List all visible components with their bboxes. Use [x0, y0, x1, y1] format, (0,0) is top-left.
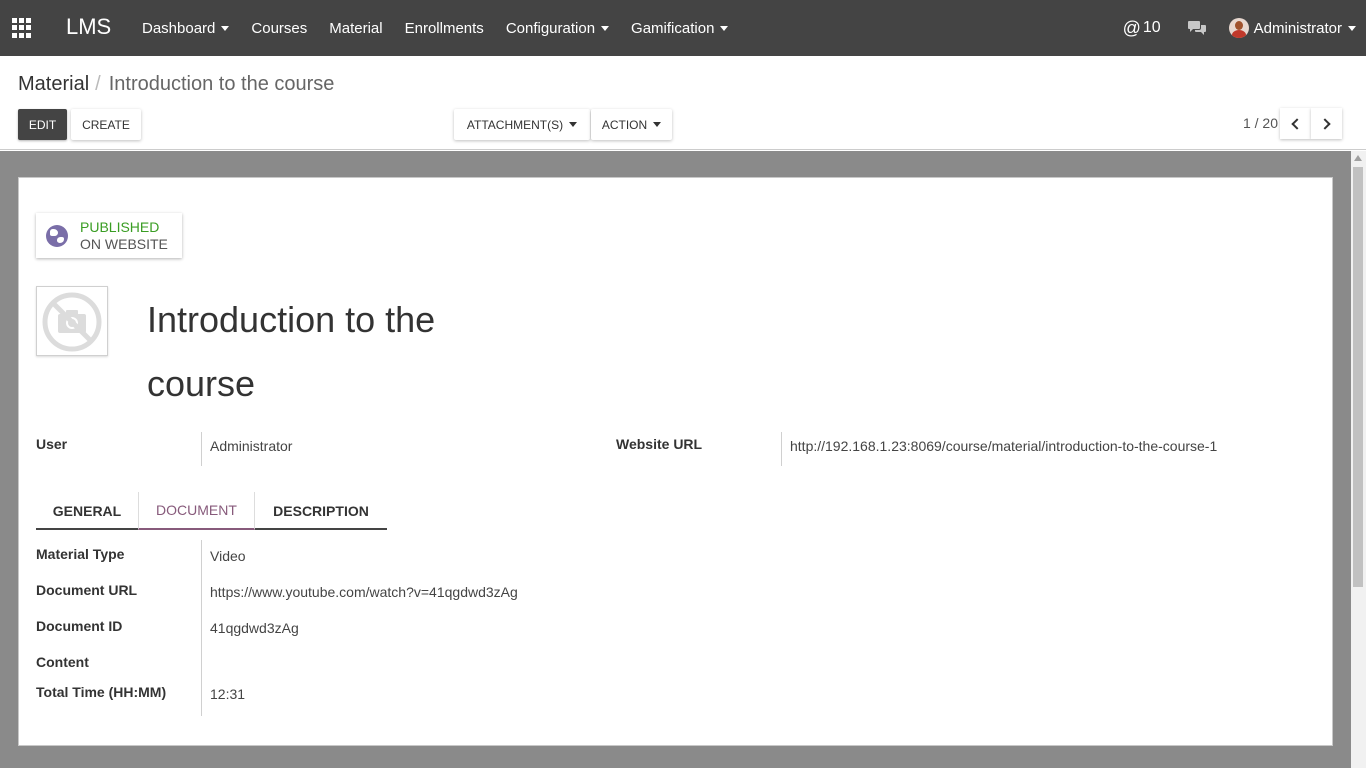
- at-icon: @: [1122, 17, 1141, 38]
- menu-item-label: Gamification: [631, 19, 715, 37]
- edit-button[interactable]: EDIT: [18, 109, 67, 140]
- caret-down-icon: [653, 122, 662, 127]
- menu-item-enrollments[interactable]: Enrollments: [405, 20, 484, 37]
- breadcrumb: Material / Introduction to the course: [18, 73, 334, 96]
- user-menu[interactable]: Administrator: [1228, 18, 1356, 38]
- top-navbar: LMS Dashboard Courses Material Enrollmen…: [0, 0, 1366, 56]
- field-divider: [201, 432, 202, 466]
- user-name: Administrator: [1253, 19, 1342, 37]
- caret-down-icon: [1348, 25, 1356, 31]
- create-button[interactable]: CREATE: [71, 109, 141, 140]
- main-menu: Dashboard Courses Material Enrollments C…: [142, 0, 750, 56]
- document-url-label: Document URL: [36, 582, 138, 598]
- tab-description[interactable]: DESCRIPTION: [255, 492, 387, 530]
- pager-previous-button[interactable]: [1280, 108, 1311, 139]
- total-time-value: 12:31: [210, 686, 246, 702]
- publish-status: PUBLISHED: [80, 218, 160, 235]
- apps-grid-icon[interactable]: [12, 18, 32, 38]
- control-panel: Material / Introduction to the course ED…: [0, 56, 1366, 150]
- caret-down-icon: [601, 25, 610, 31]
- tab-general[interactable]: GENERAL: [36, 492, 138, 530]
- menu-item-configuration[interactable]: Configuration: [505, 19, 610, 37]
- form-sheet: PUBLISHED ON WEBSITE Introduction to the…: [18, 177, 1333, 746]
- navbar-right: @ 10 Administrator: [1123, 0, 1356, 56]
- app-brand[interactable]: LMS: [66, 14, 111, 40]
- no-photo-icon: [42, 292, 102, 352]
- caret-down-icon: [569, 122, 578, 127]
- attachments-label: ATTACHMENT(S): [466, 117, 564, 132]
- globe-icon: [46, 224, 68, 247]
- website-url-label: Website URL: [616, 436, 703, 452]
- mention-count: 10: [1142, 19, 1161, 36]
- breadcrumb-current: Introduction to the course: [108, 73, 335, 95]
- chevron-right-icon: [1319, 117, 1331, 130]
- field-divider: [781, 432, 782, 466]
- breadcrumb-root[interactable]: Material: [18, 73, 89, 96]
- field-divider: [201, 540, 202, 716]
- document-id-label: Document ID: [36, 618, 123, 634]
- caret-down-icon: [720, 25, 729, 31]
- record-image[interactable]: [36, 286, 108, 356]
- user-value: Administrator: [210, 438, 293, 454]
- pager-next-button[interactable]: [1311, 108, 1342, 139]
- website-url-value[interactable]: http://192.168.1.23:8069/course/material…: [790, 438, 1217, 454]
- material-type-label: Material Type: [36, 546, 125, 562]
- scroll-up-icon[interactable]: [1354, 155, 1362, 161]
- menu-item-dashboard[interactable]: Dashboard: [142, 19, 230, 37]
- form-view-area: PUBLISHED ON WEBSITE Introduction to the…: [0, 151, 1366, 768]
- mentions-button[interactable]: @ 10: [1123, 18, 1161, 39]
- notebook-tabs: GENERAL DOCUMENT DESCRIPTION: [36, 492, 387, 530]
- content-label: Content: [36, 654, 89, 670]
- publish-status-detail: ON WEBSITE: [80, 235, 168, 252]
- user-label: User: [36, 436, 68, 452]
- tab-document[interactable]: DOCUMENT: [138, 492, 255, 530]
- menu-item-label: Configuration: [505, 19, 596, 37]
- total-time-label: Total Time (HH:MM): [36, 684, 167, 700]
- document-id-value: 41qgdwd3zAg: [210, 620, 299, 636]
- record-title: Introduction to the course: [147, 299, 436, 404]
- menu-item-material[interactable]: Material: [329, 20, 382, 37]
- publish-toggle-button[interactable]: PUBLISHED ON WEBSITE: [36, 213, 182, 258]
- scroll-thumb[interactable]: [1353, 167, 1363, 587]
- menu-item-gamification[interactable]: Gamification: [631, 19, 729, 37]
- document-url-value: https://www.youtube.com/watch?v=41qgdwd3…: [210, 584, 518, 600]
- menu-item-label: Enrollments: [404, 19, 484, 37]
- menu-item-label: Dashboard: [142, 19, 216, 37]
- action-dropdown[interactable]: ACTION: [591, 109, 672, 140]
- menu-item-label: Courses: [251, 19, 308, 37]
- attachments-dropdown[interactable]: ATTACHMENT(S): [454, 109, 590, 140]
- chevron-left-icon: [1291, 117, 1303, 130]
- breadcrumb-separator: /: [95, 73, 101, 95]
- action-label: ACTION: [601, 117, 648, 132]
- material-type-value: Video: [210, 548, 246, 564]
- menu-item-label: Material: [329, 19, 383, 37]
- chat-icon[interactable]: [1187, 20, 1207, 36]
- caret-down-icon: [221, 25, 230, 31]
- menu-item-courses[interactable]: Courses: [251, 20, 307, 37]
- avatar: [1228, 18, 1249, 38]
- pager-value[interactable]: 1 / 20: [1243, 115, 1278, 131]
- vertical-scrollbar[interactable]: [1351, 151, 1366, 768]
